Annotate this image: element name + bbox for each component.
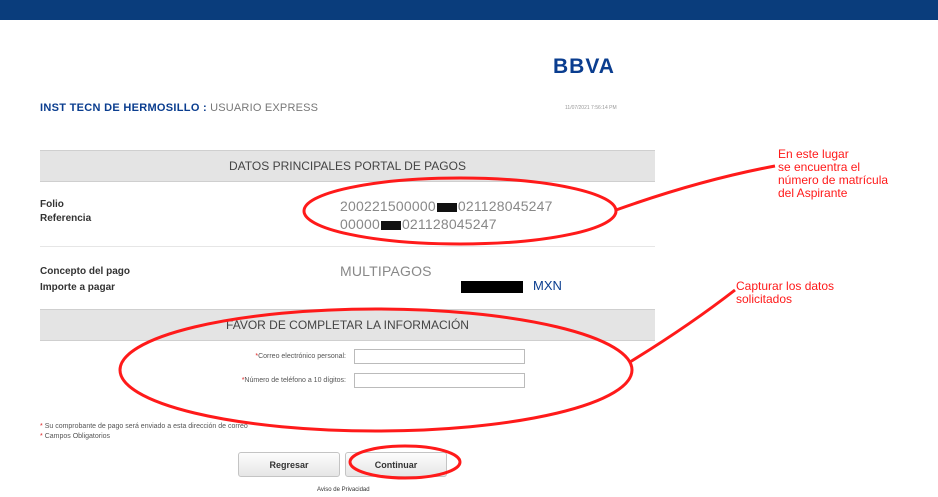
main-section-header: DATOS PRINCIPALES PORTAL DE PAGOS [40,150,655,182]
privacy-link[interactable]: Aviso de Privacidad [317,487,370,493]
concepto-label: Concepto del pago [40,266,130,277]
capture-annotation: Capturar los datos solicitados [736,279,835,306]
folio-label: Folio [40,199,64,210]
email-input[interactable] [354,349,525,364]
referencia-label: Referencia [40,213,92,224]
folio-prefix: 200221500000 [340,198,436,214]
top-bar [0,0,938,20]
referencia-value: 00000 021128045247 [340,216,497,232]
institution-header: INST TECN DE HERMOSILLO : USUARIO EXPRES… [40,102,318,114]
matricula-annotation: En este lugar se encuentra el número de … [778,147,889,200]
folio-suffix: 021128045247 [457,198,553,214]
institution-name: INST TECN DE HERMOSILLO : [40,102,207,114]
phone-input[interactable] [354,373,525,388]
required-note: * Campos Obligatorios [40,433,111,440]
importe-label: Importe a pagar [40,282,116,293]
referencia-suffix: 021128045247 [401,216,497,232]
user-type: USUARIO EXPRESS [210,102,319,114]
continue-button[interactable]: Continuar [345,452,447,477]
referencia-prefix: 00000 [340,216,380,232]
divider [40,246,655,247]
redaction-bar [380,220,401,230]
phone-label: *Número de teléfono a 10 dígitos: [241,377,346,384]
redaction-bar [436,202,457,212]
bbva-logo: BBVA [553,55,615,78]
form-section-header: FAVOR DE COMPLETAR LA INFORMACIÓN [40,309,655,341]
timestamp: 11/07/2021 7:56:14 PM [565,105,617,111]
folio-value: 200221500000 021128045247 [340,198,553,214]
email-label: *Correo electrónico personal: [255,353,346,360]
concepto-value: MULTIPAGOS [340,263,432,279]
currency-label: MXN [533,278,562,293]
amount-redaction [461,281,523,293]
back-button[interactable]: Regresar [238,452,340,477]
receipt-note: * Su comprobante de pago será enviado a … [40,423,248,430]
